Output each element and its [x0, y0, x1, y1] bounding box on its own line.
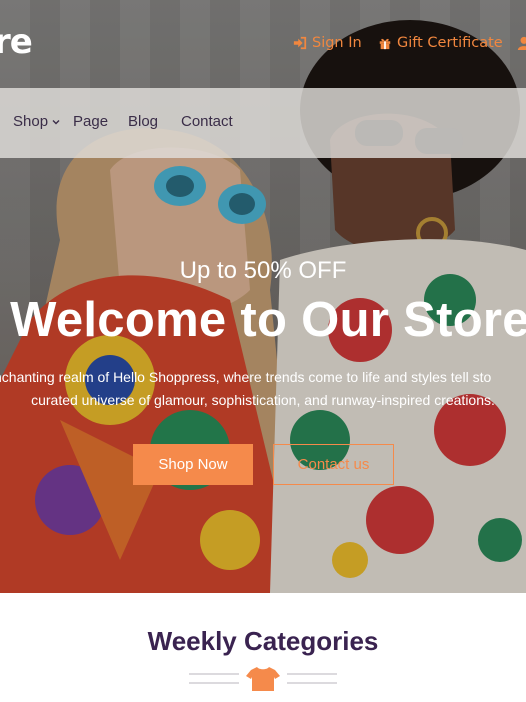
nav-item-label: Blog: [128, 113, 159, 130]
nav-item-label: Shop: [13, 113, 49, 130]
top-bar: re Sign In Gift Certificate: [0, 0, 526, 88]
gift-certificate-link[interactable]: Gift Certificate: [378, 35, 503, 51]
hero-kicker: Up to 50% OFF: [179, 257, 347, 284]
chevron-down-icon: [52, 119, 60, 124]
user-icon[interactable]: [517, 36, 526, 50]
site-logo[interactable]: re: [0, 22, 33, 62]
shop-now-button[interactable]: Shop Now: [133, 444, 253, 485]
section-divider: [189, 667, 337, 691]
tshirt-icon: [246, 667, 280, 691]
hero-banner: re Sign In Gift Certificate Shop Page Bl…: [0, 0, 526, 593]
weekly-categories-title: Weekly Categories: [147, 626, 379, 656]
hero-description-line-2: curated universe of glamour, sophisticat…: [31, 392, 495, 408]
nav-item-contact[interactable]: Contact: [181, 113, 233, 130]
nav-item-label: Contact: [181, 113, 233, 130]
main-nav: Shop Page Blog Contact: [0, 88, 526, 158]
gift-icon: [379, 38, 391, 50]
sign-in-link[interactable]: Sign In: [293, 35, 362, 51]
hero-headline: Welcome to Our Store: [10, 293, 526, 347]
contact-us-button[interactable]: Contact us: [273, 444, 394, 485]
sign-in-icon: [293, 36, 307, 50]
nav-item-label: Page: [73, 113, 109, 130]
gift-certificate-label: Gift Certificate: [397, 35, 503, 51]
nav-item-page[interactable]: Page: [73, 113, 108, 130]
hero-description-line-1: nchanting realm of Hello Shoppress, wher…: [0, 369, 492, 385]
nav-item-blog[interactable]: Blog: [128, 113, 158, 130]
sign-in-label: Sign In: [312, 35, 362, 51]
nav-item-shop[interactable]: Shop: [13, 113, 61, 130]
